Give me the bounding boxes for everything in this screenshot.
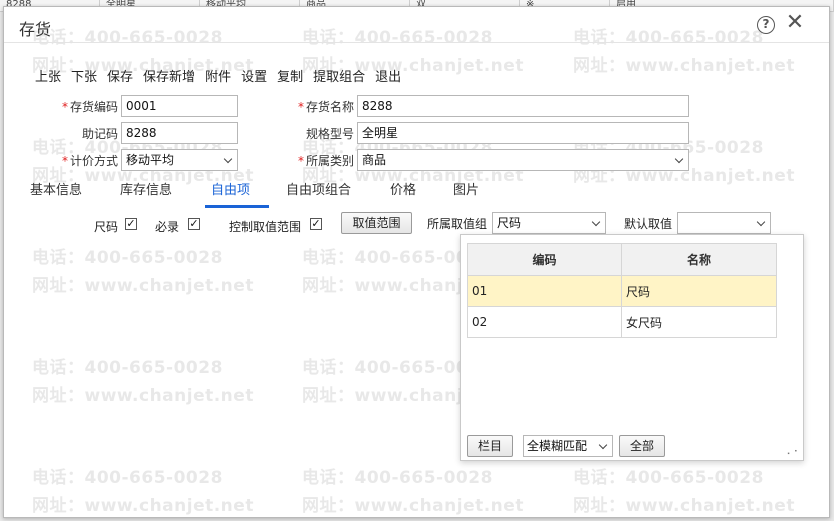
row-name[interactable]: 尺码	[621, 275, 777, 307]
name-label: * 存货名称	[297, 100, 354, 114]
required-checkbox[interactable]: ✓	[188, 218, 200, 230]
default-value-label: 默认取值	[624, 217, 673, 231]
watermark-web: 网址：www.chanjet.net	[573, 56, 795, 76]
tab-stock-info[interactable]: 库存信息	[120, 180, 172, 208]
tab-free-item-combination[interactable]: 自由项组合	[286, 180, 351, 208]
name-field[interactable]: 8288	[357, 95, 689, 117]
watermark-web: 网址：www.chanjet.net	[573, 496, 795, 516]
required-mark: *	[297, 154, 304, 168]
show-all-button[interactable]: 全部	[619, 435, 665, 457]
watermark-phone: 电话：400-665-0028	[32, 248, 223, 268]
code-label: * 存货编码	[61, 100, 118, 114]
row-code[interactable]: 01	[467, 275, 622, 307]
prev-record-button[interactable]: 上张	[35, 66, 61, 85]
required-mark: *	[61, 100, 68, 114]
extract-combination-button[interactable]: 提取组合	[313, 66, 365, 85]
code-field[interactable]: 0001	[121, 95, 238, 117]
columns-button[interactable]: 栏目	[467, 435, 513, 457]
mnemonic-label: 助记码	[81, 127, 118, 141]
watermark-web: 网址：www.chanjet.net	[32, 496, 254, 516]
row-code[interactable]: 02	[467, 306, 622, 338]
inventory-dialog: 电话：400-665-0028 电话：400-665-0028 电话：400-6…	[3, 6, 830, 518]
pricing-select[interactable]: 移动平均	[121, 149, 238, 171]
required-label: 必录	[155, 220, 180, 234]
table-row[interactable]: 02 女尺码	[467, 306, 777, 338]
column-header-code: 编码	[467, 243, 622, 276]
watermark-web: 网址：www.chanjet.net	[32, 386, 254, 406]
watermark-phone: 电话：400-665-0028	[32, 358, 223, 378]
next-record-button[interactable]: 下张	[71, 66, 97, 85]
tab-image[interactable]: 图片	[453, 180, 479, 208]
required-mark: *	[297, 100, 304, 114]
spec-field[interactable]: 全明星	[357, 122, 689, 144]
default-value-select[interactable]	[677, 212, 771, 234]
value-group-dropdown: 编码 名称 01 尺码 02 女尺码 栏目 全模糊匹配 全部 ⠄⠂	[460, 234, 804, 461]
watermark-web: 网址：www.chanjet.net	[302, 496, 524, 516]
control-range-checkbox[interactable]: ✓	[310, 218, 322, 230]
size-checkbox[interactable]: ✓	[125, 218, 137, 230]
size-label: 尺码	[94, 220, 119, 234]
copy-button[interactable]: 复制	[277, 66, 303, 85]
active-tab-indicator	[205, 205, 269, 208]
spec-label: 规格型号	[305, 127, 354, 141]
category-select[interactable]: 商品	[357, 149, 689, 171]
save-button[interactable]: 保存	[107, 66, 133, 85]
mnemonic-field[interactable]: 8288	[121, 122, 238, 144]
toolbar: 上张 下张 保存 保存新增 附件 设置 复制 提取组合 退出	[35, 66, 411, 85]
tab-free-items[interactable]: 自由项	[211, 180, 250, 208]
row-name[interactable]: 女尺码	[621, 306, 777, 338]
match-mode-select[interactable]: 全模糊匹配	[523, 435, 613, 457]
tab-basic-info[interactable]: 基本信息	[30, 180, 82, 208]
close-icon[interactable]: ✕	[784, 12, 806, 34]
required-mark: *	[61, 154, 68, 168]
value-group-label: 所属取值组	[427, 217, 488, 231]
value-group-table: 编码 名称 01 尺码 02 女尺码	[467, 243, 777, 338]
exit-button[interactable]: 退出	[375, 66, 401, 85]
watermark-web: 网址：www.chanjet.net	[32, 276, 254, 296]
settings-button[interactable]: 设置	[241, 66, 267, 85]
save-and-new-button[interactable]: 保存新增	[143, 66, 195, 85]
help-icon[interactable]: ?	[757, 16, 775, 34]
table-row[interactable]: 01 尺码	[467, 275, 777, 307]
category-label: * 所属类别	[297, 154, 354, 168]
value-group-select[interactable]: 尺码	[492, 212, 606, 234]
watermark-phone: 电话：400-665-0028	[32, 468, 223, 488]
attachment-button[interactable]: 附件	[205, 66, 231, 85]
pricing-label: * 计价方式	[61, 154, 118, 168]
dialog-title: 存货	[19, 20, 52, 39]
watermark-phone: 电话：400-665-0028	[302, 468, 493, 488]
watermark-phone: 电话：400-665-0028	[573, 468, 764, 488]
resize-grip-icon[interactable]: ⠄⠂	[786, 447, 801, 458]
column-header-name: 名称	[621, 243, 777, 276]
tab-price[interactable]: 价格	[390, 180, 416, 208]
value-range-button[interactable]: 取值范围	[341, 212, 412, 234]
control-range-label: 控制取值范围	[229, 220, 302, 234]
title-bar: 存货 ? ✕	[4, 7, 829, 43]
